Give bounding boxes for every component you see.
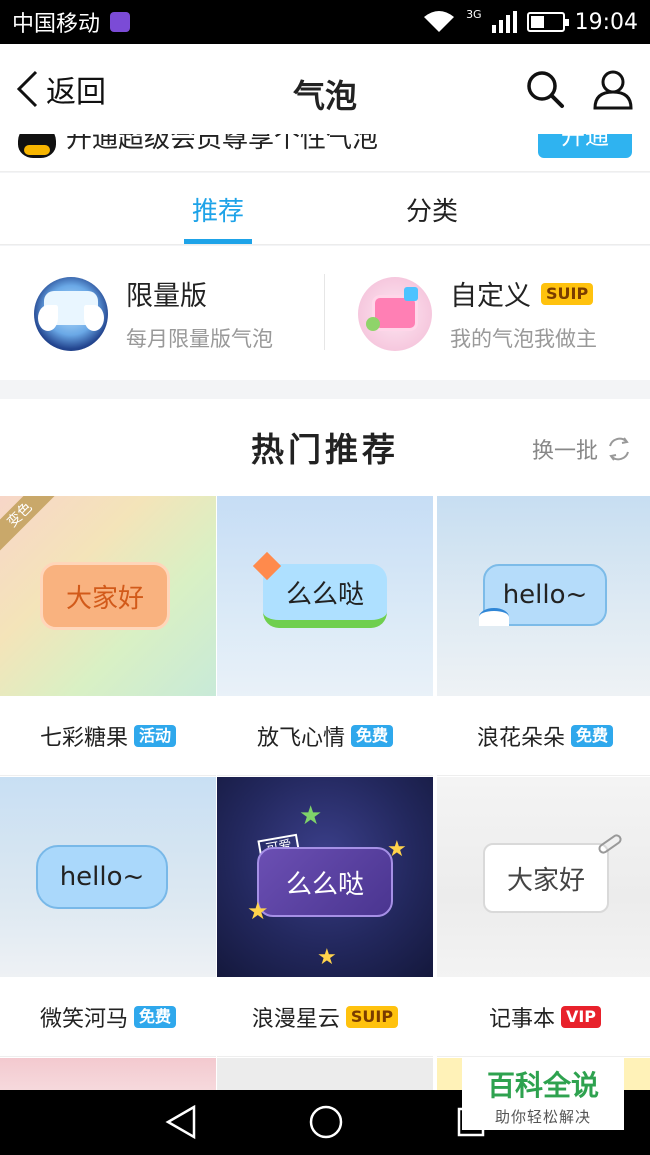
feature-row: 限量版 每月限量版气泡 自定义 SUIP 我的气泡我做主 — [0, 246, 650, 380]
wave-icon — [479, 608, 509, 626]
feature-custom-name: 自定义 — [450, 281, 531, 312]
star-icon: ★ — [299, 801, 323, 831]
item-name: 记事本 — [488, 1006, 555, 1032]
item-name: 七彩糖果 — [39, 725, 128, 751]
item-name: 浪花朵朵 — [476, 725, 565, 751]
bubble-sample-text: 大家好 — [40, 562, 170, 630]
watermark-logo: 百科全说 助你轻松解决 — [462, 1058, 624, 1130]
nav-home-icon[interactable] — [308, 1104, 344, 1140]
nav-back-icon[interactable] — [164, 1104, 198, 1140]
item-badge: 免费 — [571, 724, 614, 747]
carrier-name: 中国移动 — [12, 12, 101, 37]
qq-penguin-icon — [18, 134, 56, 158]
suip-badge: SUIP — [541, 282, 594, 305]
feature-limited-name: 限量版 — [126, 281, 207, 312]
bubble-preview: hello~ — [437, 496, 650, 696]
tab-category[interactable]: 分类 — [406, 191, 458, 228]
hot-section: 热门推荐 换一批 变色 大家好 七彩糖果 活动 么么哒 放飞心情 免费 hell… — [0, 399, 650, 1099]
item-badge: 活动 — [134, 724, 177, 747]
bubble-sample-text: 大家好 — [483, 843, 609, 913]
tab-recommend[interactable]: 推荐 — [192, 191, 244, 228]
star-icon: ★ — [387, 837, 407, 862]
bubble-preview: 变色 大家好 — [0, 496, 216, 696]
app-header: 返回 气泡 — [0, 44, 650, 134]
item-name: 放飞心情 — [256, 725, 345, 751]
limited-edition-icon — [34, 276, 108, 351]
bubble-sample-text: 么么哒 — [257, 847, 393, 917]
bubble-item[interactable]: 大家好 记事本 VIP — [437, 777, 650, 1057]
bubble-item[interactable]: 变色 大家好 七彩糖果 活动 — [0, 496, 216, 776]
star-icon: ★ — [247, 897, 269, 925]
watermark-title: 百科全说 — [486, 1069, 599, 1102]
bubble-preview: 可爱 么么哒 ★ ★ ★ ★ — [217, 777, 433, 977]
tab-indicator — [184, 239, 252, 244]
open-svip-button[interactable]: 开通 — [538, 134, 632, 158]
refresh-button[interactable]: 换一批 — [532, 433, 632, 465]
svip-banner[interactable]: 开通超级会员尊享个性气泡 开通 — [0, 134, 650, 172]
banner-text: 开通超级会员尊享个性气泡 — [66, 134, 379, 154]
item-badge: 免费 — [134, 1005, 177, 1028]
battery-icon — [526, 12, 569, 32]
bubble-preview: 大家好 — [437, 777, 650, 977]
item-badge: SUIP — [345, 1005, 399, 1028]
feature-limited[interactable]: 限量版 每月限量版气泡 — [34, 274, 273, 353]
corner-ribbon: 变色 — [0, 496, 57, 552]
gallery-notification-icon — [110, 12, 131, 32]
divider — [324, 274, 325, 350]
signal-icon — [491, 11, 517, 33]
bubble-item[interactable]: 么么哒 放飞心情 免费 — [217, 496, 433, 776]
bubble-preview: hello~ — [0, 777, 216, 977]
bubble-sample-text: 么么哒 — [263, 564, 387, 628]
search-icon[interactable] — [524, 68, 566, 110]
feature-custom[interactable]: 自定义 SUIP 我的气泡我做主 — [358, 274, 597, 353]
watermark-subtitle: 助你轻松解决 — [494, 1108, 591, 1126]
refresh-icon — [609, 437, 629, 461]
clock: 19:04 — [574, 9, 638, 35]
item-badge: 免费 — [351, 724, 394, 747]
status-bar: 中国移动 3G 19:04 — [0, 0, 650, 44]
profile-icon[interactable] — [592, 68, 634, 110]
item-name: 浪漫星云 — [251, 1006, 340, 1032]
bubble-sample-text: hello~ — [36, 845, 168, 909]
bubble-item[interactable]: hello~ 微笑河马 免费 — [0, 777, 216, 1057]
tab-bar: 推荐 分类 — [0, 173, 650, 245]
feature-custom-sub: 我的气泡我做主 — [450, 327, 597, 351]
star-icon: ★ — [317, 945, 337, 970]
paperclip-icon — [596, 832, 624, 856]
bubble-item[interactable]: hello~ 浪花朵朵 免费 — [437, 496, 650, 776]
bubble-item[interactable]: 可爱 么么哒 ★ ★ ★ ★ 浪漫星云 SUIP — [217, 777, 433, 1057]
item-badge: VIP — [560, 1005, 602, 1028]
custom-bubble-icon — [358, 276, 432, 351]
feature-limited-sub: 每月限量版气泡 — [126, 327, 273, 351]
wifi-icon — [424, 11, 455, 32]
refresh-label: 换一批 — [531, 439, 598, 464]
network-type: 3G — [466, 7, 482, 21]
item-name: 微笑河马 — [39, 1006, 128, 1032]
bubble-preview: 么么哒 — [217, 496, 433, 696]
